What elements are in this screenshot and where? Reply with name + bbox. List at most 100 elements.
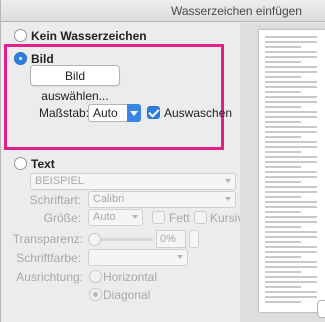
no-watermark-label[interactable]: Kein Wasserzeichen [31, 29, 147, 43]
preview-text-line [265, 191, 317, 193]
preview-text-line [265, 201, 317, 203]
preview-text-line [265, 161, 317, 163]
preview-page [259, 30, 325, 312]
preview-text-line [265, 111, 317, 113]
preview-text-line [265, 216, 317, 218]
preview-text-line [265, 226, 301, 228]
bold-checkbox[interactable] [152, 211, 165, 224]
preview-text-line [265, 156, 317, 158]
preview-text-line [265, 231, 317, 233]
watermark-text-value: BEISPIEL [35, 175, 84, 187]
bold-label[interactable]: Fett [169, 211, 190, 225]
preview-text-line [265, 291, 317, 293]
preview-text-line [265, 76, 301, 78]
preview-text-line [265, 181, 301, 183]
font-value: Calibri [93, 193, 125, 205]
preview-text-line [265, 61, 301, 63]
diagonal-radio[interactable] [89, 288, 102, 301]
preview-text-line [265, 41, 317, 43]
picture-watermark-label[interactable]: Bild [31, 52, 54, 66]
preview-text-line [265, 66, 317, 68]
window-title: Wasserzeichen einfügen [171, 4, 302, 18]
preview-text-line [265, 81, 317, 83]
watermark-dialog: Wasserzeichen einfügen Kein Wasserzeiche… [0, 0, 325, 322]
preview-text-line [265, 206, 317, 208]
preview-text-line [265, 116, 317, 118]
preview-text-line [265, 96, 317, 98]
scale-select[interactable]: Auto [88, 104, 141, 122]
italic-checkbox[interactable] [194, 211, 207, 224]
chevron-down-icon [127, 104, 141, 122]
chevron-down-icon [177, 255, 183, 259]
italic-label[interactable]: Kursiv [210, 211, 243, 225]
transparency-field[interactable]: 0% [156, 230, 186, 248]
preview-text-line [265, 256, 301, 258]
font-color-label: Schriftfarbe: [16, 251, 81, 265]
preview-text-line [265, 151, 301, 153]
size-value: Auto [93, 211, 116, 223]
preview-text-line [265, 136, 301, 138]
preview-text-line [265, 236, 317, 238]
preview-text-line [265, 86, 317, 88]
size-select[interactable]: Auto [88, 209, 143, 226]
select-picture-button[interactable]: Bild auswählen... [30, 65, 120, 103]
text-watermark-label[interactable]: Text [31, 157, 55, 171]
preview-text-line [265, 176, 317, 178]
preview-text-line [265, 46, 301, 48]
font-color-select[interactable] [88, 249, 188, 266]
font-select[interactable]: Calibri [88, 191, 236, 208]
transparency-slider-knob[interactable] [88, 233, 101, 246]
chevron-down-icon [225, 197, 231, 201]
preview-text-line [265, 286, 301, 288]
preview-text-line [265, 166, 301, 168]
size-label: Größe: [43, 211, 81, 225]
preview-text-line [265, 211, 301, 213]
preview-text-line [265, 146, 317, 148]
preview-text-line [265, 186, 317, 188]
transparency-label: Transparenz: [12, 232, 83, 246]
scale-value: Auto [93, 106, 118, 120]
washout-checkbox[interactable] [147, 106, 160, 119]
preview-text-line [265, 251, 317, 253]
preview-text-line [265, 131, 317, 133]
preview-text-line [265, 71, 317, 73]
watermark-text-combo[interactable]: BEISPIEL [30, 173, 236, 190]
preview-text-line [265, 241, 301, 243]
transparency-value: 0% [160, 233, 176, 245]
preview-text-line [265, 171, 317, 173]
preview-text-line [265, 51, 317, 53]
transparency-slider-track[interactable] [93, 238, 153, 241]
transparency-stepper[interactable] [189, 230, 199, 248]
preview-text-line [265, 106, 301, 108]
diagonal-label[interactable]: Diagonal [103, 288, 150, 302]
dialog-button-partial[interactable] [317, 300, 325, 318]
font-label: Schriftart: [29, 193, 81, 207]
chevron-down-icon [132, 215, 138, 219]
preview-text-line [265, 301, 301, 303]
preview-scrollbar[interactable] [319, 32, 325, 308]
preview-text-line [265, 266, 317, 268]
preview-text-line [265, 276, 317, 278]
orientation-label: Ausrichtung: [16, 270, 83, 284]
horizontal-label[interactable]: Horizontal [103, 270, 157, 284]
preview-text-line [265, 121, 301, 123]
preview-text-line [265, 261, 317, 263]
preview-text-line [265, 126, 317, 128]
preview-text-line [265, 296, 317, 298]
picture-watermark-radio[interactable] [14, 52, 27, 65]
horizontal-radio[interactable] [89, 270, 102, 283]
preview-text-line [265, 221, 317, 223]
preview-text-line [265, 91, 301, 93]
washout-label[interactable]: Auswaschen [164, 106, 232, 120]
preview-text-line [265, 281, 317, 283]
preview-text-line [265, 196, 301, 198]
preview-text-line [265, 246, 317, 248]
scale-label: Maßstab: [39, 106, 90, 120]
chevron-down-icon [225, 179, 231, 183]
preview-text-line [265, 56, 317, 58]
text-watermark-radio[interactable] [14, 157, 27, 170]
preview-text-line [265, 36, 317, 38]
preview-text-line [265, 141, 317, 143]
no-watermark-radio[interactable] [14, 29, 27, 42]
preview-text-line [265, 101, 317, 103]
